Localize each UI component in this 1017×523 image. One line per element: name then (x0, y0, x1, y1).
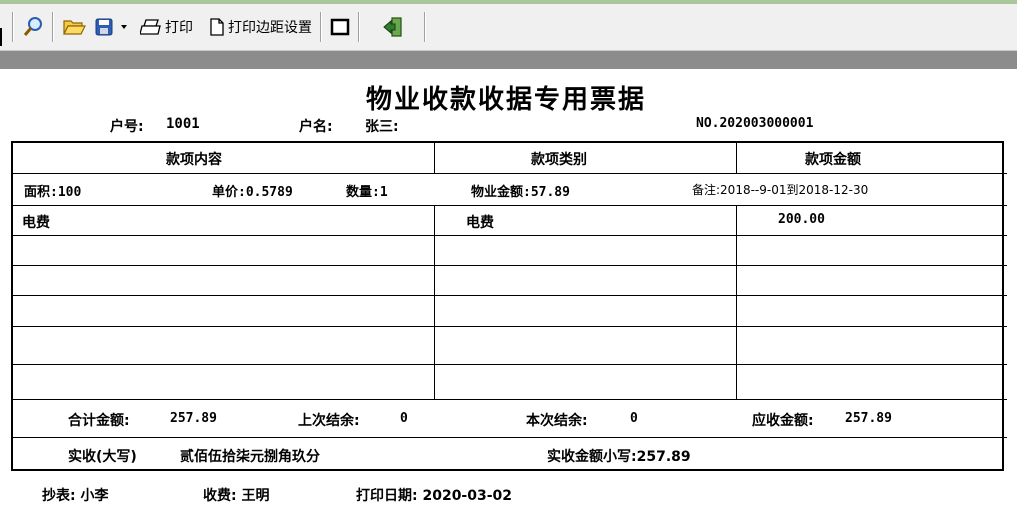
table-rule (11, 205, 1007, 206)
receipt-serial: NO.202003000001 (696, 116, 814, 131)
table-rule (11, 326, 1007, 327)
toolbar-separator (358, 12, 360, 42)
open-button[interactable] (58, 12, 90, 42)
header-category: 款项类别 (531, 152, 587, 168)
toolbar-separator (320, 12, 322, 42)
print-button[interactable]: 打印 (136, 12, 197, 42)
account-name-label: 户名: (299, 119, 333, 135)
page-frame-button[interactable] (326, 12, 354, 42)
print-label: 打印 (165, 20, 193, 36)
preview-gray-band (0, 51, 1017, 69)
last-balance-value: 0 (400, 411, 408, 426)
paid-lower: 实收金额小写:257.89 (547, 449, 691, 465)
toolbar-separator (424, 12, 426, 42)
search-button[interactable] (18, 12, 48, 42)
info-property-amount: 物业金额:57.89 (471, 185, 570, 200)
account-no-label: 户号: (110, 119, 144, 135)
row1-content: 电费 (22, 215, 50, 231)
account-name-value: 张三: (365, 119, 399, 135)
exit-button[interactable] (378, 12, 408, 42)
footer-copier: 抄表: 小李 (42, 488, 109, 504)
due-value: 257.89 (845, 411, 892, 426)
account-no-value: 1001 (166, 116, 200, 132)
magnifier-icon (23, 17, 42, 36)
column-divider (736, 205, 737, 399)
folder-open-icon (63, 20, 86, 35)
toolbar: 打印 打印边距设置 (0, 4, 1017, 51)
column-divider (736, 143, 737, 173)
due-label: 应收金额: (752, 413, 814, 429)
info-unit-price: 单价:0.5789 (212, 185, 293, 200)
save-button[interactable] (90, 12, 118, 42)
last-balance-label: 上次结余: (298, 413, 360, 429)
footer-print-date: 打印日期: 2020-03-02 (356, 488, 513, 504)
row1-amount: 200.00 (778, 212, 825, 227)
table-rule (11, 235, 1007, 236)
frame-icon (330, 18, 350, 36)
info-quantity: 数量:1 (346, 185, 388, 200)
receipt-title: 物业收款收据专用票据 (366, 85, 647, 115)
page-icon (210, 18, 224, 36)
toolbar-separator (52, 12, 54, 42)
info-area: 面积:100 (24, 185, 82, 200)
footer-collector: 收费: 王明 (203, 488, 270, 504)
column-divider (434, 143, 435, 173)
exit-door-icon (383, 17, 402, 37)
info-remark: 备注:2018--9-01到2018-12-30 (692, 183, 869, 197)
printer-icon (140, 19, 161, 35)
this-balance-label: 本次结余: (526, 413, 588, 429)
total-label: 合计金额: (68, 413, 130, 429)
toolbar-left-edge (0, 28, 2, 46)
header-amount: 款项金额 (805, 152, 861, 168)
floppy-disk-icon (95, 18, 113, 36)
table-rule (11, 265, 1007, 266)
save-dropdown-button[interactable] (118, 12, 130, 42)
row1-category: 电费 (466, 215, 494, 231)
table-rule (11, 399, 1007, 400)
table-rule (11, 173, 1007, 174)
toolbar-separator (12, 12, 14, 42)
table-rule (11, 295, 1007, 296)
column-divider (434, 205, 435, 399)
paid-upper-label: 实收(大写) (68, 449, 137, 465)
paid-upper-value: 贰佰伍拾柒元捌角玖分 (180, 449, 320, 465)
this-balance-value: 0 (630, 411, 638, 426)
chevron-down-icon (121, 25, 127, 29)
table-rule (11, 364, 1007, 365)
total-value: 257.89 (170, 411, 217, 426)
header-content: 款项内容 (166, 152, 222, 168)
table-rule (11, 437, 1007, 438)
print-margin-button[interactable]: 打印边距设置 (205, 12, 316, 42)
print-margin-label: 打印边距设置 (228, 20, 312, 36)
